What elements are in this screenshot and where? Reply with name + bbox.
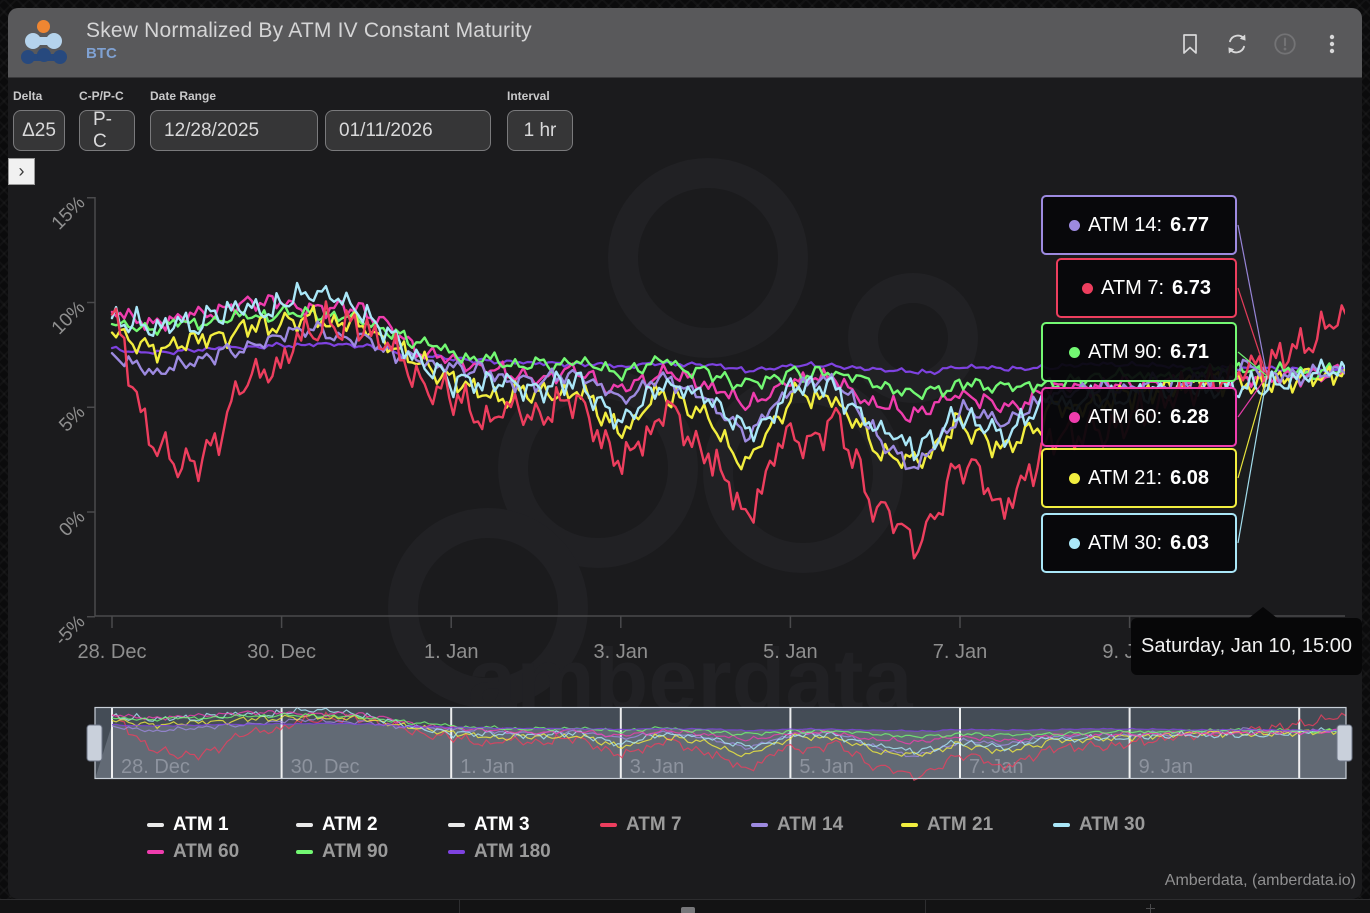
tooltip-series-label: ATM 21: (1087, 466, 1163, 489)
tooltip-series-label: ATM 90: (1087, 340, 1163, 363)
series-dot-icon (1082, 282, 1094, 294)
legend-label: ATM 90 (322, 841, 389, 862)
legend-dash-icon (901, 823, 918, 827)
legend-item-atm-2[interactable]: ATM 2 (296, 814, 378, 836)
footer-divider (925, 900, 926, 913)
x-tick-label: 3. Jan (594, 641, 648, 663)
legend-item-atm-7[interactable]: ATM 7 (600, 814, 682, 836)
page: { "header": { "title": "Skew Normalized … (0, 0, 1370, 913)
series-dot-icon (1068, 346, 1080, 358)
footer-divider (459, 900, 460, 913)
tooltip-box-atm-60: ATM 60: 6.28 (1041, 387, 1237, 447)
series-dot-icon (1068, 537, 1080, 549)
tooltip-series-value: 6.77 (1170, 213, 1210, 236)
navigator-tick-label: 7. Jan (969, 756, 1023, 778)
series-dot-icon (1068, 219, 1080, 231)
tooltip-series-label: ATM 60: (1087, 405, 1163, 428)
attribution-text: Amberdata, (amberdata.io) (1164, 872, 1356, 889)
legend-label: ATM 21 (927, 814, 994, 835)
tooltip-notch (1249, 607, 1277, 618)
footer-handle (681, 907, 695, 913)
tooltip-connector (1237, 375, 1268, 544)
legend-item-atm-1[interactable]: ATM 1 (147, 814, 229, 836)
navigator-tick-label: 5. Jan (799, 756, 853, 778)
navigator-left-handle[interactable] (86, 724, 103, 762)
bottom-bar (0, 899, 1370, 913)
legend-label: ATM 2 (322, 814, 378, 835)
x-tick-label: 1. Jan (424, 641, 478, 663)
legend-label: ATM 60 (173, 841, 240, 862)
footer-mark (1146, 908, 1155, 909)
y-tick-label: 5% (55, 402, 89, 436)
x-tick-label: 28. Dec (78, 641, 147, 663)
y-tick-label: 10% (48, 297, 90, 339)
crosshair-date-text: Saturday, Jan 10, 15:00 (1141, 635, 1352, 657)
legend-dash-icon (296, 823, 313, 827)
tooltip-box-atm-14: ATM 14: 6.77 (1041, 195, 1237, 255)
legend-dash-icon (751, 823, 768, 827)
tooltip-box-atm-30: ATM 30: 6.03 (1041, 513, 1237, 573)
legend-label: ATM 3 (474, 814, 530, 835)
tooltip-series-value: 6.71 (1170, 340, 1210, 363)
tooltip-series-value: 6.28 (1170, 405, 1210, 428)
tooltip-series-value: 6.73 (1172, 276, 1211, 299)
legend-item-atm-90[interactable]: ATM 90 (296, 841, 388, 863)
legend-item-atm-21[interactable]: ATM 21 (901, 814, 993, 836)
x-tick-label: 5. Jan (763, 641, 817, 663)
x-tick-label: 30. Dec (247, 641, 316, 663)
legend-label: ATM 7 (626, 814, 682, 835)
y-tick-label: 0% (55, 507, 89, 541)
watermark-logo (608, 158, 808, 358)
legend-label: ATM 1 (173, 814, 229, 835)
legend-dash-icon (147, 850, 164, 854)
navigator-tick-label: 1. Jan (460, 756, 514, 778)
crosshair-date-tooltip: Saturday, Jan 10, 15:00 (1131, 607, 1362, 675)
tooltip-box-atm-7: ATM 7: 6.73 (1056, 258, 1237, 318)
legend-label: ATM 180 (474, 841, 551, 862)
navigator-tick-label: 3. Jan (630, 756, 684, 778)
tooltip-series-value: 6.08 (1170, 466, 1210, 489)
navigator-tick-label: 30. Dec (291, 756, 360, 778)
navigator-right-handle[interactable] (1336, 724, 1353, 762)
legend-dash-icon (296, 850, 313, 854)
x-tick-label: 7. Jan (933, 641, 987, 663)
legend-label: ATM 14 (777, 814, 844, 835)
series-dot-icon (1068, 472, 1080, 484)
legend-item-atm-14[interactable]: ATM 14 (751, 814, 843, 836)
legend-item-atm-180[interactable]: ATM 180 (448, 841, 551, 863)
tooltip-series-label: ATM 14: (1087, 213, 1163, 236)
tooltip-series-value: 6.03 (1170, 531, 1210, 554)
legend-dash-icon (448, 850, 465, 854)
navigator[interactable]: 28. Dec 30. Dec 1. Jan 3. Jan 5. Jan 7. Jan 9.… (86, 706, 1353, 781)
tooltip-box-atm-90: ATM 90: 6.71 (1041, 322, 1237, 382)
tooltip-series-label: ATM 30: (1087, 531, 1163, 554)
tooltip-series-label: ATM 7: (1101, 276, 1165, 299)
series-dot-icon (1068, 411, 1080, 423)
navigator-tick-label: 28. Dec (121, 756, 190, 778)
legend-item-atm-60[interactable]: ATM 60 (147, 841, 239, 863)
legend-item-atm-30[interactable]: ATM 30 (1053, 814, 1145, 836)
legend-dash-icon (147, 823, 164, 827)
legend-dash-icon (448, 823, 465, 827)
y-tick-label: 15% (48, 192, 90, 234)
legend-item-atm-3[interactable]: ATM 3 (448, 814, 530, 836)
tooltip-box-atm-21: ATM 21: 6.08 (1041, 448, 1237, 508)
navigator-tick-label: 9. Jan (1139, 756, 1193, 778)
legend-dash-icon (600, 823, 617, 827)
chart-panel: amberdata 15% 10% 5% 0% -5% 28. Dec 30. Dec 1. J… (8, 8, 1362, 899)
legend-label: ATM 30 (1079, 814, 1146, 835)
legend-dash-icon (1053, 823, 1070, 827)
